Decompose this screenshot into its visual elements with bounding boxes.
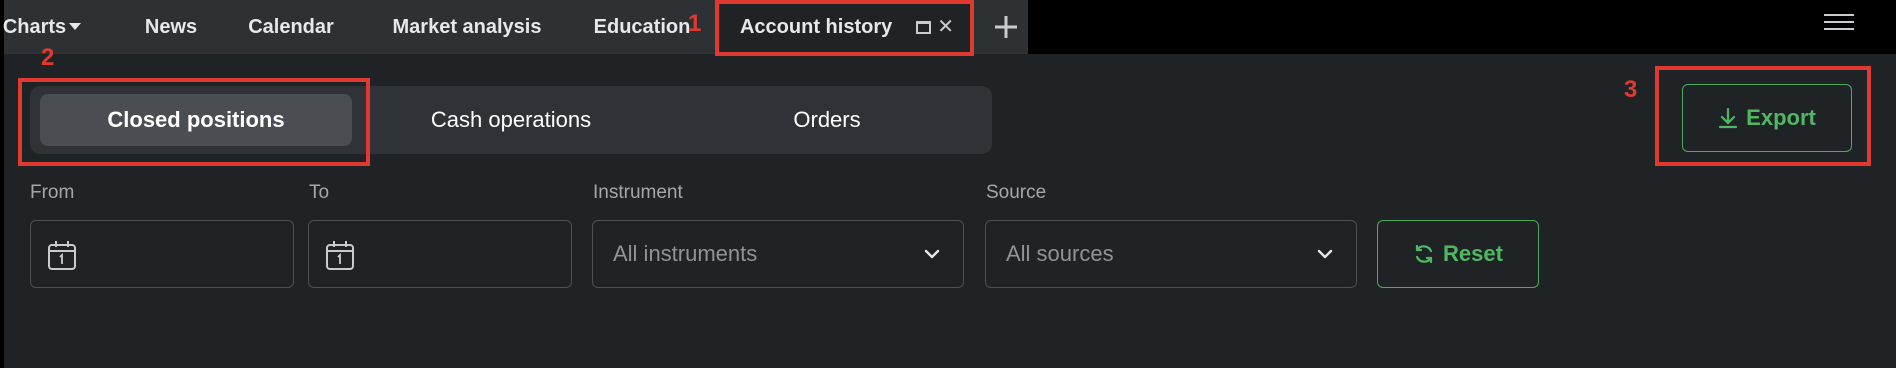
history-segment-control: Closed positions Cash operations Orders — [30, 86, 992, 154]
source-select[interactable]: All sources — [985, 220, 1357, 288]
top-bar: Charts News Calendar Market analysis Edu… — [0, 0, 1896, 54]
export-button[interactable]: Export — [1682, 84, 1852, 152]
tab-label: News — [144, 15, 198, 38]
calendar-icon — [48, 241, 76, 270]
account-history-panel: Closed positions Cash operations Orders … — [4, 54, 1896, 368]
tab-label: Calendar — [248, 15, 334, 38]
annotation-number-1: 1 — [688, 10, 702, 37]
tab-news[interactable]: News — [125, 0, 217, 54]
instrument-label: Instrument — [593, 182, 683, 203]
tab-market-analysis[interactable]: Market analysis — [367, 0, 567, 54]
to-label: To — [309, 182, 330, 203]
from-date-field[interactable] — [30, 220, 294, 288]
instrument-select[interactable]: All instruments — [592, 220, 964, 288]
refresh-icon — [1415, 244, 1433, 264]
export-label: Export — [1746, 105, 1816, 130]
segment-label: Orders — [793, 107, 861, 132]
reset-button[interactable]: Reset — [1377, 220, 1539, 288]
maximize-icon[interactable] — [916, 20, 932, 34]
segment-label: Cash operations — [430, 107, 592, 132]
chevron-down-icon — [924, 249, 940, 259]
hamburger-menu-icon[interactable] — [1824, 14, 1854, 30]
tab-label: Market analysis — [392, 15, 542, 38]
chevron-down-icon — [1317, 249, 1333, 259]
tab-account-history[interactable]: Account history ✕ — [720, 0, 974, 54]
add-tab-button[interactable] — [984, 0, 1028, 54]
source-select-value: All sources — [1006, 241, 1114, 266]
tab-label: Charts — [2, 15, 67, 38]
segment-label: Closed positions — [107, 107, 285, 132]
from-label: From — [30, 182, 75, 203]
to-date-field[interactable] — [308, 220, 572, 288]
tab-label: Education — [593, 15, 691, 38]
segment-cash-operations[interactable]: Cash operations — [355, 94, 667, 146]
tab-education[interactable]: Education — [580, 0, 704, 54]
instrument-select-value: All instruments — [613, 241, 758, 266]
annotation-number-2: 2 — [41, 44, 55, 71]
tab-strip: Charts News Calendar Market analysis Edu… — [2, 0, 1028, 54]
annotation-number-3: 3 — [1624, 76, 1638, 103]
tab-label: Account history — [739, 15, 893, 38]
caret-down-icon — [69, 22, 82, 30]
reset-label: Reset — [1443, 241, 1503, 266]
calendar-icon — [326, 241, 354, 270]
tab-calendar[interactable]: Calendar — [231, 0, 351, 54]
close-icon[interactable]: ✕ — [937, 17, 954, 37]
segment-closed-positions[interactable]: Closed positions — [40, 94, 352, 146]
source-label: Source — [986, 182, 1047, 203]
download-icon — [1719, 107, 1738, 129]
segment-orders[interactable]: Orders — [671, 94, 983, 146]
plus-icon — [995, 16, 1017, 38]
